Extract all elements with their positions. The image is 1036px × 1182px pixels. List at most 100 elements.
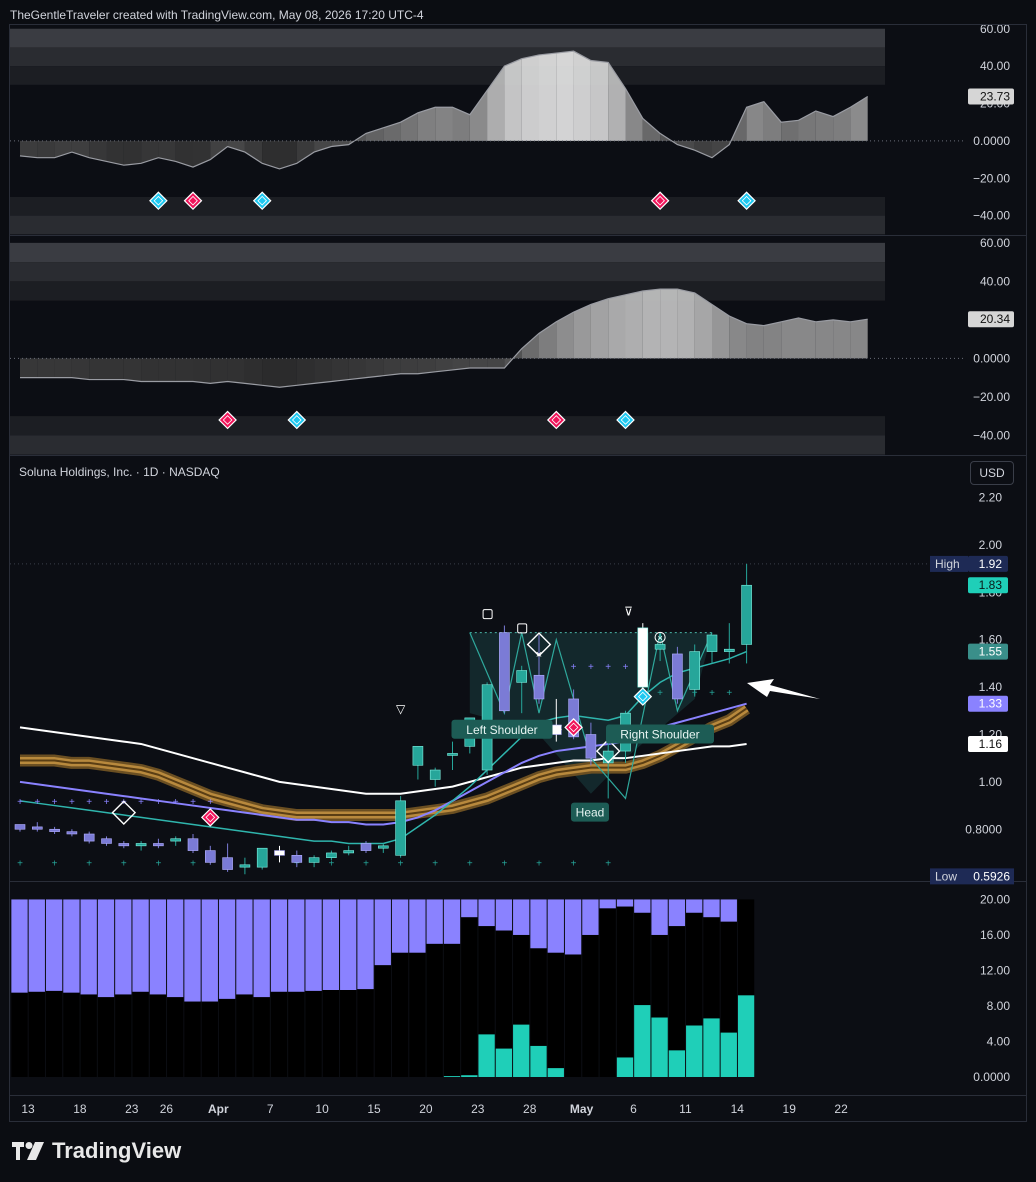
oscillator-1-last-value: 23.73 — [980, 90, 1010, 104]
volume-purple-bar — [668, 899, 686, 927]
support-marker: + — [52, 858, 58, 869]
candle-body — [205, 850, 216, 863]
oscillator-1-area-segment — [556, 51, 574, 141]
price-axis-tick: 1.00 — [979, 775, 1003, 789]
volume-pane: 20.00 16.00 12.00 8.00 4.00 0.0000 — [11, 892, 1010, 1084]
candle-body — [516, 670, 528, 683]
oscillator-1-area-segment — [210, 140, 228, 160]
oscillator-2-area-segment — [210, 358, 228, 384]
oscillator-2-area-segment — [366, 358, 384, 378]
signal-diamond-pink — [200, 808, 220, 827]
oscillator-2-area-segment — [712, 304, 730, 359]
time-axis-label: 6 — [630, 1102, 637, 1116]
candle-body — [395, 800, 406, 856]
support-marker: + — [657, 688, 663, 699]
oscillator-2-last-value: 20.34 — [980, 312, 1010, 326]
oscillator-2-axis-tick: −20.00 — [973, 390, 1010, 404]
oscillator-2-area-segment — [20, 358, 38, 378]
volume-purple-bar — [409, 899, 426, 953]
oscillator-2-area-segment — [677, 289, 695, 359]
candle-body — [429, 769, 441, 780]
oscillator-1-area-segment — [642, 118, 661, 141]
candle-body — [533, 674, 545, 700]
volume-teal-bar — [720, 1032, 737, 1077]
square-marker — [517, 623, 528, 634]
volume-bg-bar — [616, 899, 634, 1077]
oscillator-2-area-segment — [158, 358, 176, 382]
oscillator-2-band — [10, 281, 885, 301]
volume-teal-bar — [651, 1017, 668, 1077]
volume-teal-bar — [478, 1034, 495, 1077]
oscillator-2-area-segment — [383, 358, 401, 376]
oscillator-1-axis-tick: −20.00 — [973, 171, 1010, 185]
oscillator-1-area-segment — [694, 140, 712, 158]
oscillator-2-area-segment — [798, 317, 816, 359]
volume-purple-bar — [45, 899, 63, 991]
oscillator-2-area-segment — [175, 358, 193, 382]
volume-purple-bar — [322, 899, 340, 990]
resistance-marker: + — [571, 662, 577, 673]
volume-purple-bar — [97, 899, 115, 998]
arrow-annotation — [747, 679, 820, 699]
volume-purple-bar — [443, 899, 461, 944]
volume-purple-bar — [288, 899, 305, 992]
volume-purple-bar — [686, 899, 703, 913]
resistance-marker: + — [69, 797, 75, 808]
support-marker: + — [726, 688, 732, 699]
tradingview-logo[interactable]: TradingView — [12, 1138, 181, 1164]
last-price: 1.83 — [979, 578, 1003, 592]
volume-purple-bar — [305, 899, 322, 991]
oscillator-1-axis-tick: 0.0000 — [973, 134, 1010, 148]
candle-body — [741, 584, 752, 645]
price-pane: ++++++++++++++++++++++++++++++++++++++++… — [10, 491, 1014, 885]
oscillator-1-area-segment — [123, 140, 142, 166]
oscillator-2-area-segment — [487, 358, 505, 368]
candle-body — [153, 843, 164, 847]
oscillator-2-axis-tick: −40.00 — [973, 428, 1010, 442]
resistance-marker: + — [86, 797, 92, 808]
candle-body — [499, 632, 510, 712]
volume-purple-bar — [149, 899, 167, 995]
volume-purple-bar — [582, 899, 599, 935]
resistance-marker: + — [104, 797, 110, 808]
time-axis-label: 22 — [834, 1102, 848, 1116]
time-axis-label: 28 — [523, 1102, 537, 1116]
volume-purple-bar — [28, 899, 45, 992]
oscillator-1-band — [10, 66, 885, 85]
low-value: 0.5926 — [973, 869, 1010, 883]
candle-body — [291, 855, 303, 863]
oscillator-2-area-segment — [71, 358, 90, 380]
oscillator-1-area-segment — [504, 58, 522, 141]
volume-purple-bar — [426, 899, 443, 944]
volume-teal-bar — [703, 1018, 720, 1077]
candle-body — [14, 824, 26, 830]
volume-bg-bar — [599, 899, 616, 1077]
ma-fast-value: 1.55 — [979, 645, 1003, 659]
resistance-marker: + — [138, 797, 144, 808]
candle-body — [274, 850, 285, 856]
oscillator-2-area-segment — [781, 317, 799, 359]
chart-canvas[interactable]: 60.0040.0020.000.0000−20.00−40.0023.7360… — [10, 25, 1026, 1121]
candle-body — [170, 838, 181, 842]
oscillator-2-area-segment — [660, 289, 678, 359]
x-marker: × — [536, 649, 542, 661]
ma-slow-value: 1.16 — [979, 737, 1003, 751]
candle-body — [83, 833, 95, 842]
candle-body — [326, 852, 337, 858]
volume-purple-bar — [253, 899, 270, 998]
oscillator-1-pane: 60.0040.0020.000.0000−20.00−40.0023.73 — [10, 25, 1014, 235]
candle-body — [256, 847, 268, 868]
volume-purple-bar — [513, 899, 530, 935]
volume-purple-bar — [340, 899, 357, 990]
oscillator-2-area-segment — [815, 319, 834, 359]
support-marker: + — [536, 858, 542, 869]
oscillator-2-pane: 60.0040.0020.000.0000−20.00−40.0020.34 — [10, 236, 1014, 455]
resistance-marker: + — [52, 797, 58, 808]
support-marker: + — [86, 858, 92, 869]
candle-body — [689, 651, 701, 690]
low-label: Low — [935, 869, 957, 883]
oscillator-2-area-segment — [763, 321, 782, 359]
oscillator-2-area-segment — [193, 358, 211, 384]
oscillator-2-area-segment — [417, 358, 436, 374]
oscillator-1-area-segment — [781, 120, 799, 141]
